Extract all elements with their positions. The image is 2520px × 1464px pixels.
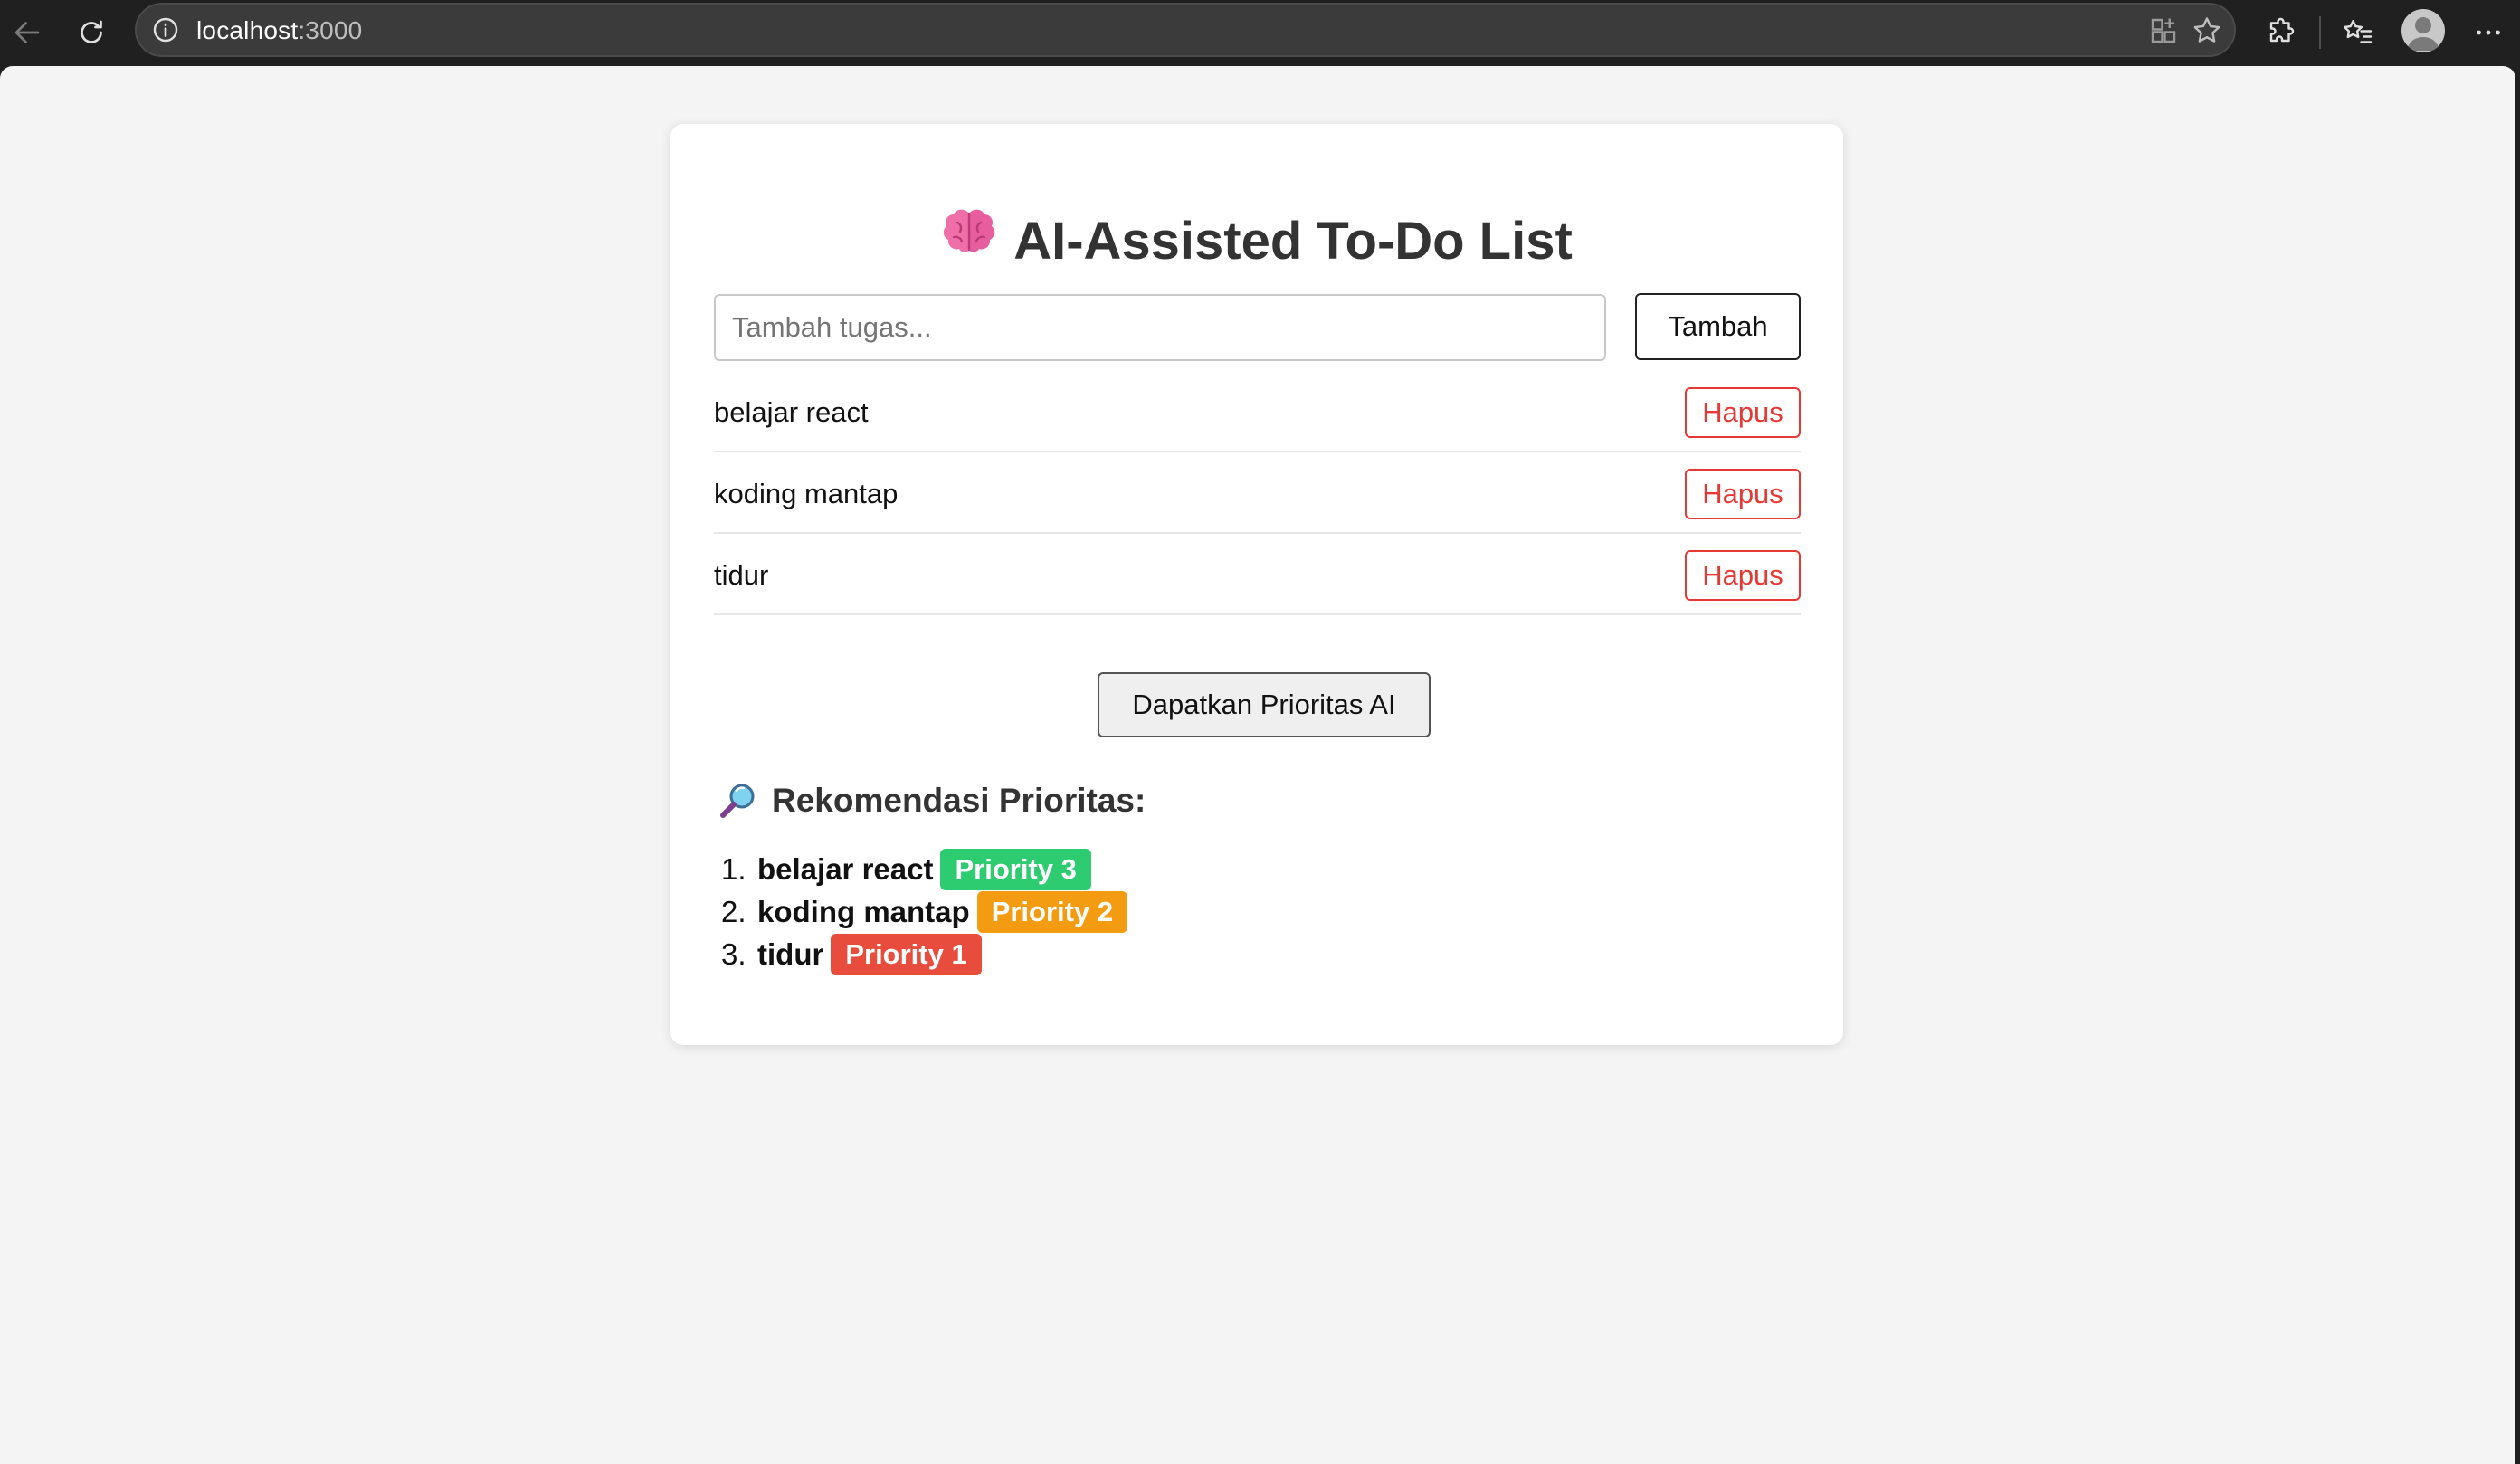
- task-text: belajar react: [714, 396, 869, 428]
- recommendation-item: 2. koding mantap Priority 2: [721, 890, 1128, 933]
- profile-icon: [2407, 17, 2439, 51]
- priority-badge: Priority 3: [940, 848, 1091, 890]
- back-button[interactable]: [2, 7, 52, 58]
- site-info-icon[interactable]: [151, 15, 180, 44]
- recommendation-heading-text: Rekomendasi Prioritas:: [772, 782, 1146, 819]
- app-install-icon[interactable]: [2147, 14, 2180, 47]
- recommendation-task: koding mantap: [757, 894, 970, 928]
- favorite-star-icon[interactable]: [2191, 14, 2223, 47]
- more-icon: [2477, 30, 2500, 35]
- todo-card: AI-Assisted To-Do List Tambah belajar re…: [670, 124, 1843, 1045]
- more-button[interactable]: [2463, 7, 2514, 58]
- toolbar-divider: [2319, 16, 2321, 49]
- task-item: belajar react Hapus: [714, 371, 1801, 452]
- address-bar[interactable]: localhost:3000: [135, 3, 2236, 57]
- recommendation-list: 1. belajar react Priority 3 2. koding ma…: [721, 848, 1128, 975]
- task-item: tidur Hapus: [714, 534, 1801, 615]
- delete-task-button[interactable]: Hapus: [1685, 387, 1801, 438]
- recommendation-task: belajar react: [757, 851, 934, 886]
- title-text: AI-Assisted To-Do List: [1013, 212, 1573, 271]
- task-text: koding mantap: [714, 478, 899, 509]
- delete-task-button[interactable]: Hapus: [1685, 469, 1801, 519]
- magnifier-icon: [720, 784, 755, 818]
- url-host: localhost: [196, 16, 299, 44]
- recommendation-number: 3.: [721, 936, 746, 971]
- recommendation-number: 1.: [721, 851, 746, 886]
- favorites-button[interactable]: [2332, 7, 2382, 58]
- recommendation-item: 1. belajar react Priority 3: [721, 848, 1127, 890]
- recommendation-item: 3. tidur Priority 1: [721, 933, 1127, 975]
- priority-badge: Priority 2: [976, 890, 1128, 933]
- extensions-button[interactable]: [2257, 7, 2307, 58]
- recommendation-task: tidur: [757, 936, 824, 971]
- url-text[interactable]: localhost:3000: [196, 16, 362, 45]
- recommendation-heading: Rekomendasi Prioritas:: [718, 781, 1146, 821]
- get-ai-priority-button[interactable]: Dapatkan Prioritas AI: [1098, 672, 1431, 737]
- add-task-button[interactable]: Tambah: [1635, 293, 1801, 360]
- extensions-icon: [2269, 17, 2295, 43]
- page-viewport: AI-Assisted To-Do List Tambah belajar re…: [0, 66, 2515, 1464]
- browser-toolbar: localhost:3000: [0, 0, 2520, 66]
- recommendation-number: 2.: [721, 894, 746, 928]
- profile-button[interactable]: [2401, 9, 2445, 52]
- brain-icon: [941, 206, 997, 276]
- delete-task-button[interactable]: Hapus: [1685, 550, 1801, 601]
- task-list: belajar react Hapus koding mantap Hapus …: [714, 371, 1801, 615]
- favorites-icon: [2344, 20, 2373, 43]
- reload-button[interactable]: [66, 7, 117, 58]
- task-input[interactable]: [714, 294, 1606, 361]
- url-port: :3000: [298, 16, 363, 44]
- page-title: AI-Assisted To-Do List: [670, 207, 1843, 280]
- back-icon: [14, 22, 40, 43]
- priority-badge: Priority 1: [831, 933, 982, 975]
- task-text: tidur: [714, 559, 769, 591]
- task-item: koding mantap Hapus: [714, 452, 1801, 534]
- reload-icon: [81, 20, 102, 43]
